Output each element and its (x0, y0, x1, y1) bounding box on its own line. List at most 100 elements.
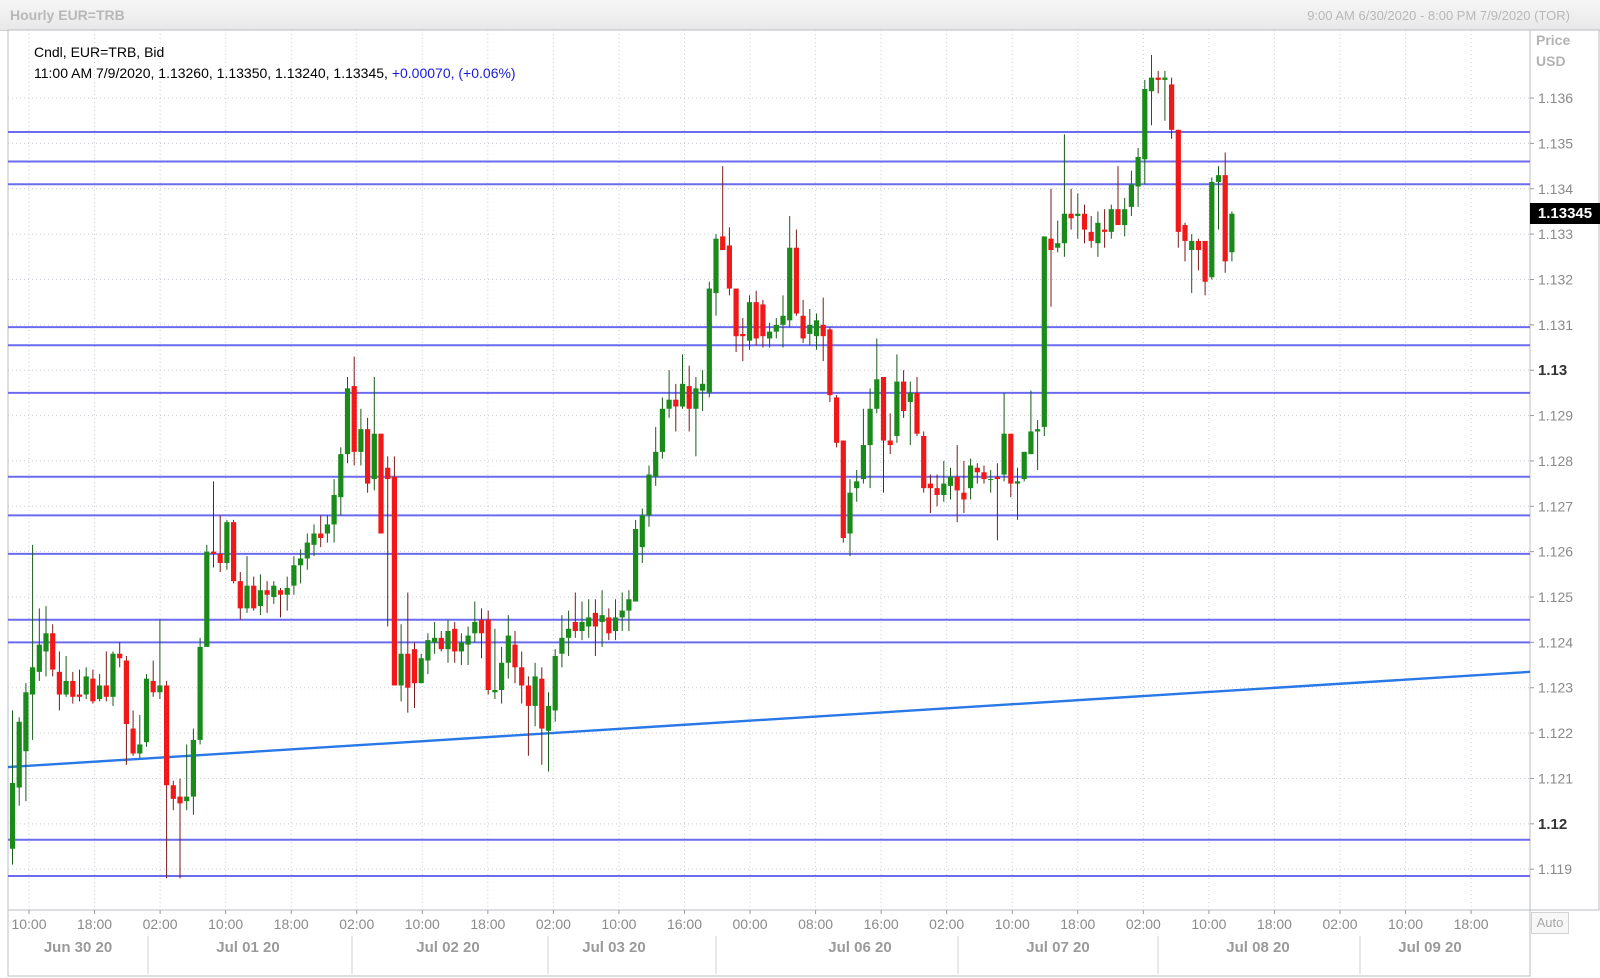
x-time-label: 18:00 (274, 916, 309, 932)
candle-body (83, 676, 89, 695)
candle-body (499, 662, 505, 690)
candle-body (653, 451, 659, 477)
auto-scale-button[interactable]: Auto (1531, 912, 1569, 934)
candle-body (1229, 213, 1235, 253)
y-tick-label: 1.132 (1538, 271, 1573, 287)
candle-body (56, 671, 62, 695)
x-date-label: Jun 30 20 (44, 939, 112, 956)
candle-body (411, 649, 418, 684)
price-chart[interactable]: 1.119 1.12 1.121 1.122 1.123 1.124 1.125 1.126 1… (0, 0, 1600, 978)
candle-body (1095, 222, 1101, 244)
candle-body (840, 440, 846, 539)
candle-body (880, 377, 887, 441)
candle-body (184, 796, 190, 802)
candle-body (358, 429, 364, 452)
candle-body (874, 379, 880, 409)
candle-body (907, 392, 913, 402)
candle-body (97, 685, 103, 700)
candle-body (405, 653, 411, 688)
candle-body (150, 680, 156, 693)
candle-body (371, 433, 377, 480)
y-tick-label: 1.131 (1538, 317, 1573, 333)
candle-body (1175, 129, 1181, 232)
candle-body (304, 542, 310, 559)
x-time-label: 16:00 (864, 916, 899, 932)
x-time-label: 02:00 (1126, 916, 1161, 932)
candle-body (244, 585, 250, 609)
candle-body (418, 658, 424, 684)
candle-body (103, 685, 109, 697)
x-time-label: 08:00 (798, 916, 833, 932)
x-date-label: Jul 06 20 (828, 939, 891, 956)
candle-body (485, 619, 491, 690)
x-date-label: Jul 08 20 (1226, 939, 1289, 956)
x-time-label: 18:00 (1060, 916, 1095, 932)
y-tick-label: 1.129 (1538, 408, 1573, 424)
candle-body (968, 465, 974, 489)
y-tick-label: 1.121 (1538, 770, 1573, 786)
x-time-label: 02:00 (143, 916, 178, 932)
candle-body (472, 621, 478, 634)
candle-body (432, 637, 438, 643)
candle-body (1075, 213, 1081, 216)
candle-body (773, 324, 779, 332)
candle-body (693, 388, 699, 409)
candle-body (633, 528, 639, 602)
candle-body (378, 433, 384, 534)
candle-body (123, 660, 129, 725)
candle-body (746, 302, 753, 341)
candle-body (586, 617, 592, 627)
candle-body (1155, 77, 1161, 80)
candle-body (512, 644, 518, 668)
candle-body (1148, 77, 1155, 92)
candle-body (492, 690, 498, 693)
candle-body (867, 408, 873, 446)
candle-body (1001, 433, 1007, 475)
y-tick-label: 1.136 (1538, 90, 1573, 106)
candle-body (110, 653, 116, 697)
candle-body (391, 476, 397, 686)
x-date-label: Jul 03 20 (582, 939, 645, 956)
candle-body (190, 739, 196, 797)
candle-body (813, 320, 820, 337)
candle-body (90, 678, 96, 702)
y-tick-label: 1.127 (1538, 498, 1573, 514)
candle-body (1021, 451, 1027, 480)
x-time-label: 10:00 (601, 916, 636, 932)
candle-body (847, 492, 853, 534)
candle-body (612, 617, 619, 632)
y-tick-label: 1.122 (1538, 725, 1573, 741)
candle-body (807, 324, 813, 334)
candle-body (921, 435, 927, 489)
candle-body (1014, 481, 1021, 484)
x-time-label: 10:00 (995, 916, 1030, 932)
candle-body (438, 637, 444, 650)
x-date-label: Jul 01 20 (216, 939, 279, 956)
candle-body (686, 386, 692, 409)
candle-body (1169, 84, 1175, 130)
candle-body (1115, 209, 1121, 226)
candle-body (318, 533, 324, 539)
candle-body (639, 515, 645, 548)
candle-body (76, 694, 83, 697)
candle-body (298, 558, 304, 566)
price-axis-title: Price (1536, 32, 1571, 48)
y-tick-label: 1.125 (1538, 589, 1573, 605)
candle-body (351, 386, 357, 452)
candle-body (465, 635, 471, 645)
candle-body (592, 612, 598, 627)
x-time-label: 10:00 (1191, 916, 1226, 932)
candle-body (1028, 431, 1034, 455)
candle-body (157, 685, 163, 693)
candle-body (787, 247, 793, 321)
candle-body (800, 315, 806, 339)
candle-body (619, 610, 625, 618)
x-time-label: 16:00 (667, 916, 702, 932)
candle-body (981, 472, 987, 480)
candle-body (599, 615, 605, 622)
candle-body (36, 644, 42, 672)
y-tick-label: 1.128 (1538, 453, 1573, 469)
candle-body (700, 383, 706, 391)
candle-body (16, 721, 22, 788)
candle-body (63, 680, 69, 695)
